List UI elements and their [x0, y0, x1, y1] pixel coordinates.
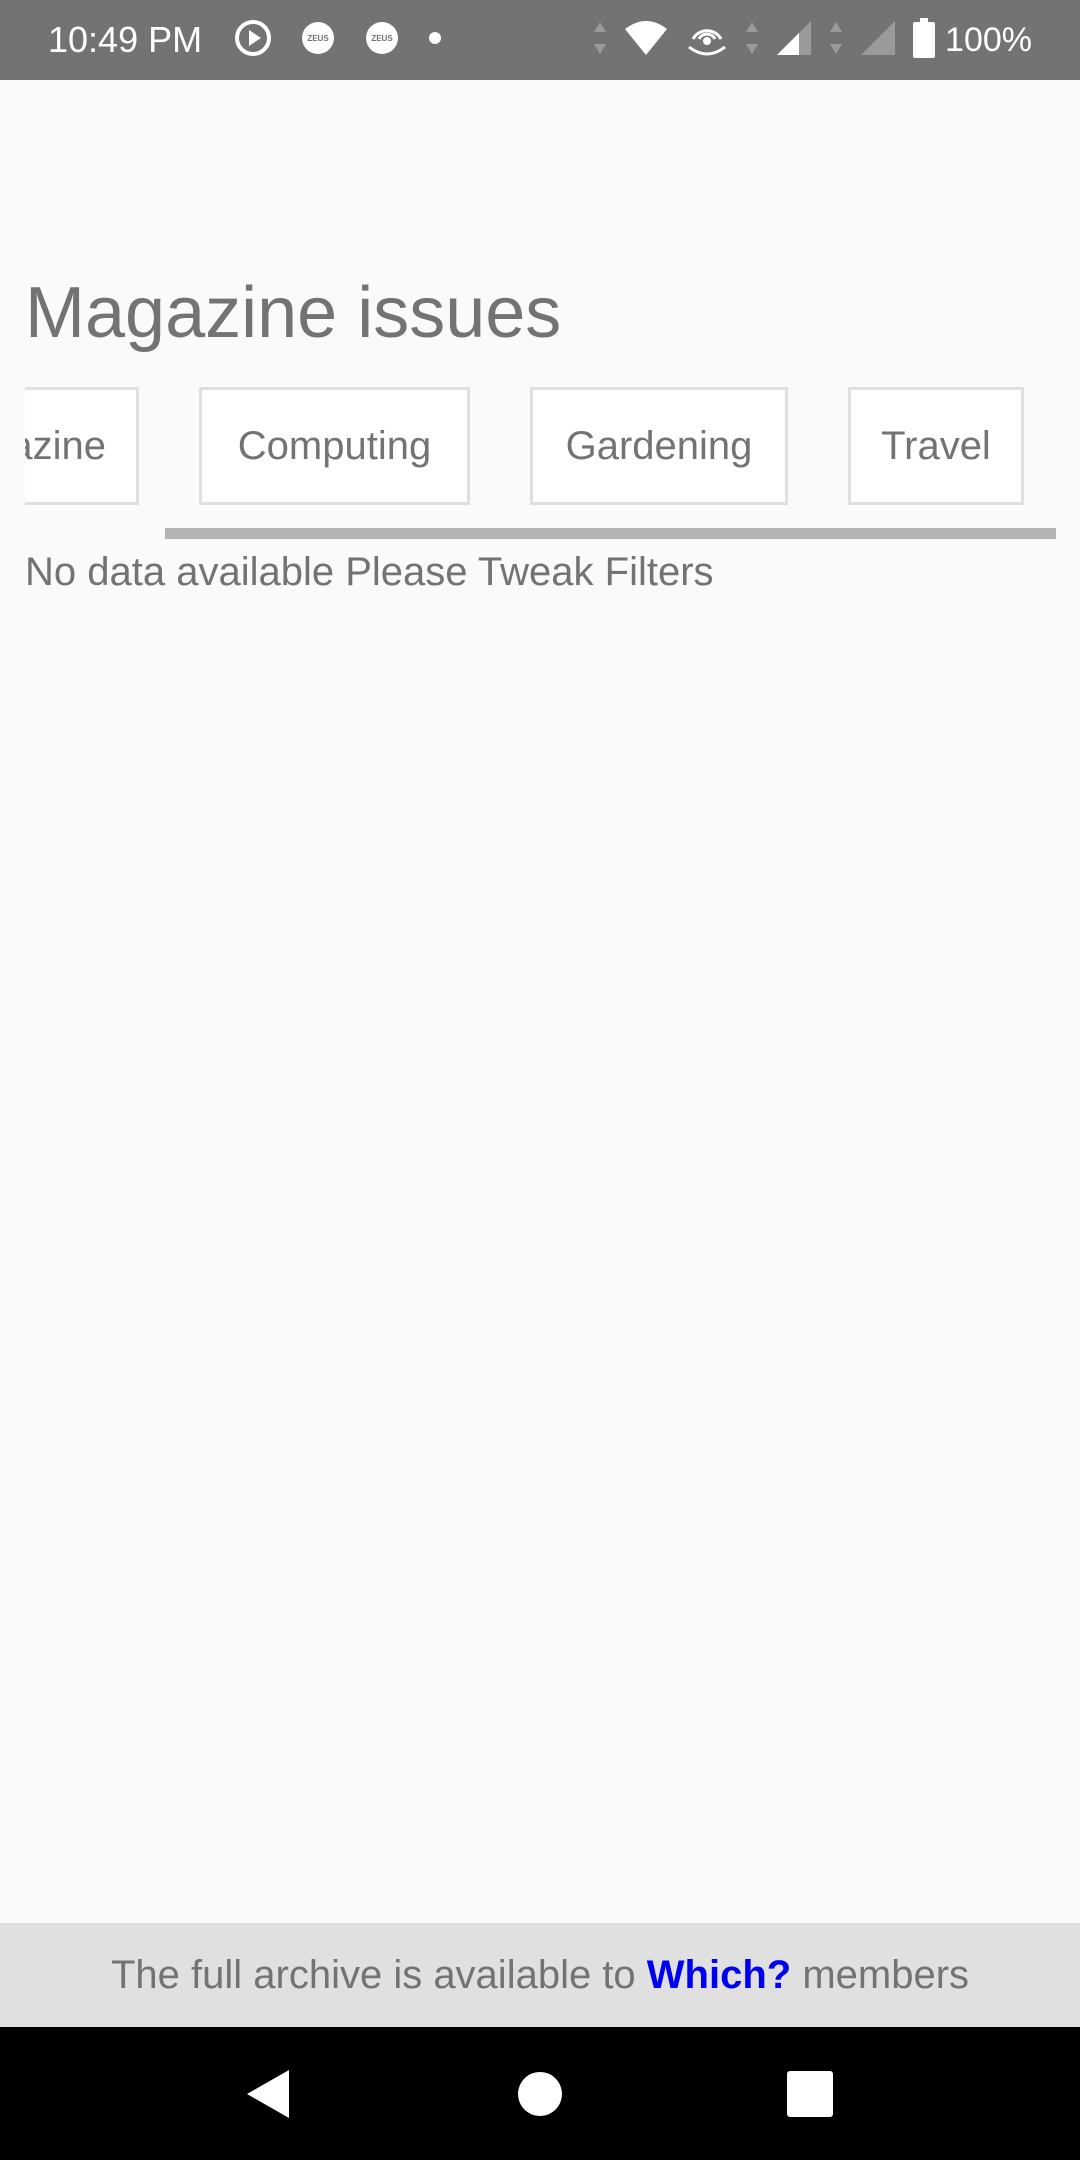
status-time: 10:49 PM [48, 19, 203, 60]
category-chip-computing[interactable]: Computing [199, 387, 470, 505]
horizontal-scrollbar[interactable] [165, 528, 1056, 539]
data-arrows-icon [745, 20, 759, 61]
app-screen: 10:49 PM ZEUS ZEUS 100% Magazine issues … [0, 0, 1080, 2160]
category-chip-gardening[interactable]: Gardening [530, 387, 788, 505]
data-arrows-icon [593, 20, 607, 61]
category-chip-travel[interactable]: Travel [848, 387, 1024, 505]
system-nav-bar [0, 2027, 1080, 2160]
dot-icon [428, 31, 442, 50]
app-notification-icon: ZEUS [364, 20, 400, 61]
recents-button[interactable] [730, 2027, 890, 2160]
cell-signal-icon [859, 19, 897, 62]
empty-state-message: No data available Please Tweak Filters [25, 550, 714, 594]
battery-icon [913, 17, 936, 63]
which-brand-link[interactable]: Which? [647, 1953, 791, 1997]
banner-text-before: The full archive is available to [110, 1953, 647, 1997]
home-circle-icon [518, 2071, 562, 2116]
status-system-icons: 100% [577, 12, 1080, 68]
recents-square-icon [787, 2070, 833, 2117]
home-button[interactable] [460, 2027, 620, 2160]
page-title: Magazine issues [25, 273, 562, 353]
battery-percent: 100% [945, 20, 1032, 59]
banner-text-after: members [791, 1953, 970, 1997]
cell-signal-icon [775, 19, 813, 62]
data-arrows-icon [829, 20, 843, 61]
back-button[interactable] [188, 2027, 348, 2160]
category-chips-scroller[interactable]: azine Computing Gardening Travel [25, 387, 1055, 513]
hotspot-icon [685, 17, 729, 64]
back-triangle-icon [247, 2069, 289, 2118]
app-notification-icon: ZEUS [300, 20, 336, 61]
wifi-icon [623, 19, 669, 62]
category-chip-magazine[interactable]: azine [25, 387, 139, 505]
status-notification-icons: ZEUS ZEUS [234, 18, 470, 62]
membership-banner: The full archive is available to Which? … [0, 1923, 1080, 2027]
status-bar: 10:49 PM ZEUS ZEUS 100% [0, 0, 1080, 80]
app-badge-text: ZEUS [307, 34, 329, 43]
play-circle-icon [234, 19, 272, 62]
app-badge-text: ZEUS [371, 34, 393, 43]
